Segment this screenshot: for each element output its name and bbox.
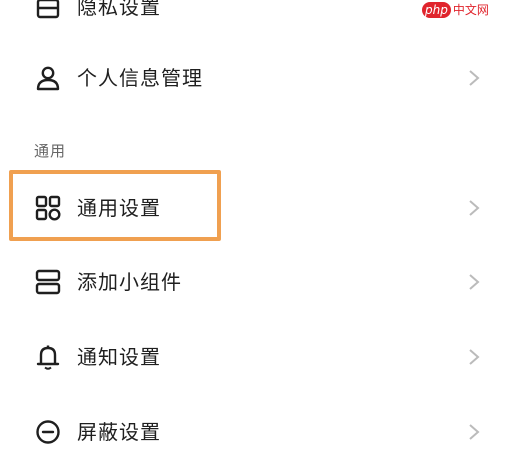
privacy-icon: [34, 0, 62, 21]
settings-item-personal-info[interactable]: 个人信息管理: [0, 58, 505, 98]
chevron-right-icon: [467, 69, 481, 87]
settings-item-label: 通知设置: [77, 345, 161, 369]
section-title-general: 通用: [34, 142, 67, 160]
settings-item-block[interactable]: 屏蔽设置: [0, 412, 505, 452]
bell-icon: [34, 343, 62, 371]
chevron-right-icon: [467, 423, 481, 441]
block-icon: [34, 418, 62, 446]
settings-item-privacy[interactable]: 隐私设置: [0, 0, 505, 27]
settings-item-general[interactable]: 通用设置: [0, 188, 505, 228]
grid-icon: [34, 194, 62, 222]
settings-item-label: 添加小组件: [77, 270, 182, 294]
widget-icon: [34, 268, 62, 296]
settings-item-label: 隐私设置: [77, 0, 161, 19]
settings-item-label: 通用设置: [77, 196, 161, 220]
user-icon: [34, 64, 62, 92]
settings-item-label: 屏蔽设置: [77, 420, 161, 444]
chevron-right-icon: [467, 348, 481, 366]
settings-item-label: 个人信息管理: [77, 66, 203, 90]
chevron-right-icon: [467, 199, 481, 217]
settings-item-notifications[interactable]: 通知设置: [0, 337, 505, 377]
settings-item-add-widget[interactable]: 添加小组件: [0, 262, 505, 302]
chevron-right-icon: [467, 273, 481, 291]
